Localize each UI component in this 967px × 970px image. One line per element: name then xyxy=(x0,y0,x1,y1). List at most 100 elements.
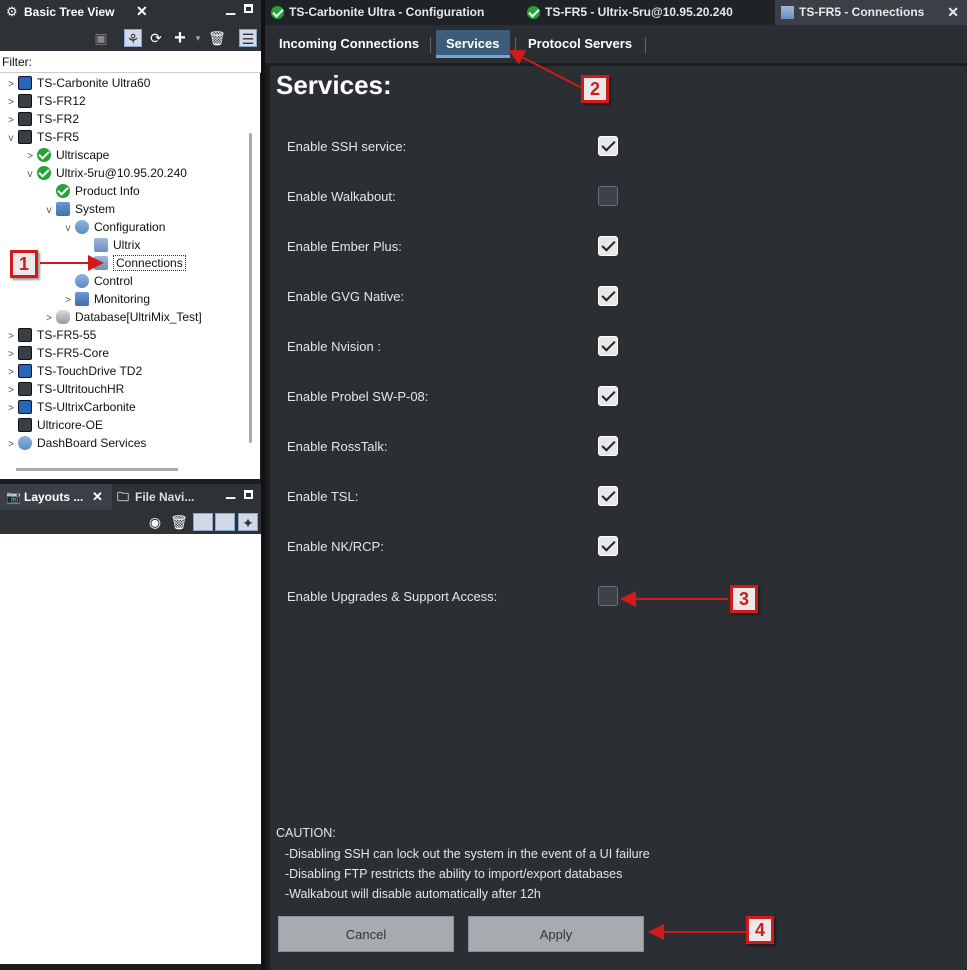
chevron-right-icon[interactable]: > xyxy=(4,436,18,454)
tree-vertical-scrollbar[interactable] xyxy=(243,73,260,461)
filter-input[interactable] xyxy=(33,53,259,71)
scrollbar-thumb[interactable] xyxy=(16,468,178,471)
ember-plus-checkbox[interactable] xyxy=(598,236,618,256)
tab-services[interactable]: Services xyxy=(436,30,510,58)
sub-tab-bar: Incoming Connections Services Protocol S… xyxy=(265,25,967,63)
tree-item-control[interactable]: Control xyxy=(61,272,133,290)
tree-item-dashboard-services[interactable]: > DashBoard Services xyxy=(4,434,146,452)
tree-view-titlebar: ⚙ Basic Tree View ✕ ▁ xyxy=(0,0,261,25)
maximize-icon[interactable] xyxy=(244,490,253,499)
tree-item-ultrix-5ru[interactable]: v Ultrix-5ru@10.95.20.240 xyxy=(23,164,187,182)
chevron-down-icon[interactable]: v xyxy=(4,130,18,148)
filter-label: Filter: xyxy=(2,55,32,69)
apply-button[interactable]: Apply xyxy=(468,916,644,952)
gear-icon[interactable]: ⚙ xyxy=(6,4,18,20)
tree-item-ultrix[interactable]: Ultrix xyxy=(80,236,140,254)
caution-line: -Walkabout will disable automatically af… xyxy=(278,887,541,901)
status-ok-icon xyxy=(527,6,540,19)
window-icon[interactable] xyxy=(193,513,213,531)
walkabout-label: Enable Walkabout: xyxy=(287,189,396,204)
tree-horizontal-scrollbar[interactable] xyxy=(0,461,260,479)
tab-fr5-ultrix[interactable]: TS-FR5 - Ultrix-5ru@10.95.20.240 xyxy=(521,0,771,25)
frame-device-icon xyxy=(18,130,32,144)
tab-layouts[interactable]: 📷 Layouts ... ✕ xyxy=(0,484,112,510)
caution-line: -Disabling SSH can lock out the system i… xyxy=(278,847,650,861)
nvision-checkbox[interactable] xyxy=(598,336,618,356)
probel-checkbox[interactable] xyxy=(598,386,618,406)
add-device-icon[interactable]: ▣ xyxy=(92,29,110,47)
status-ok-icon xyxy=(37,166,51,180)
chevron-down-icon[interactable]: v xyxy=(42,202,56,220)
annotation-4: 4 xyxy=(746,916,774,944)
carbonite-icon xyxy=(18,400,32,414)
gvg-native-label: Enable GVG Native: xyxy=(287,289,405,304)
add-icon[interactable]: + xyxy=(171,28,189,48)
rosstalk-checkbox[interactable] xyxy=(598,436,618,456)
carbonite-icon xyxy=(18,76,32,90)
bottom-panel-titlebar: 📷 Layouts ... ✕ 🗀 File Navi... ▁ xyxy=(0,484,261,510)
database-icon xyxy=(56,310,70,324)
probel-label: Enable Probel SW-P-08: xyxy=(287,389,429,404)
tab-protocol-servers[interactable]: Protocol Servers xyxy=(518,30,642,58)
tree-view-title: Basic Tree View xyxy=(24,5,115,19)
pin-icon[interactable]: ✦ xyxy=(238,513,258,531)
annotation-2: 2 xyxy=(581,75,609,103)
tree-item-connections[interactable]: Connections xyxy=(80,254,186,272)
chevron-down-icon[interactable]: v xyxy=(23,166,37,184)
tree-item-system[interactable]: v System xyxy=(42,200,115,218)
tree-item-database[interactable]: > Database[UltriMix_Test] xyxy=(42,308,202,326)
tree-item-ts-carbonite-ultra60[interactable]: > TS-Carbonite Ultra60 xyxy=(4,74,150,92)
cancel-button[interactable]: Cancel xyxy=(278,916,454,952)
nk-rcp-checkbox[interactable] xyxy=(598,536,618,556)
chevron-down-icon[interactable]: ▾ xyxy=(189,29,207,47)
tree-toolbar: ▣ ⚘ ⟳ + ▾ 🗑 ☰ xyxy=(0,25,261,51)
panel-divider[interactable] xyxy=(261,0,265,970)
tree-list-icon[interactable]: ☰ xyxy=(239,29,257,47)
tree-item-ts-fr5[interactable]: v TS-FR5 xyxy=(4,128,79,146)
tree-item-ultricore-oe[interactable]: Ultricore-OE xyxy=(4,416,103,434)
tab-file-navigator[interactable]: 🗀 File Navi... xyxy=(113,484,223,510)
walkabout-checkbox[interactable] xyxy=(598,186,618,206)
chevron-down-icon[interactable]: v xyxy=(61,220,75,238)
scrollbar-thumb[interactable] xyxy=(249,133,252,443)
frame-device-icon xyxy=(18,112,32,126)
tab-incoming-connections[interactable]: Incoming Connections xyxy=(269,30,429,58)
tree-item-configuration[interactable]: v Configuration xyxy=(61,218,165,236)
tree-item-ts-ultrixcarbonite[interactable]: > TS-UltrixCarbonite xyxy=(4,398,136,416)
tree-item-ts-fr2[interactable]: > TS-FR2 xyxy=(4,110,79,128)
gvg-native-checkbox[interactable] xyxy=(598,286,618,306)
connections-icon xyxy=(781,6,794,19)
tree-item-ultriscape[interactable]: > Ultriscape xyxy=(23,146,109,164)
tab-fr5-connections[interactable]: TS-FR5 - Connections ✕ xyxy=(775,0,967,25)
delete-icon[interactable]: 🗑 xyxy=(208,29,226,47)
tsl-checkbox[interactable] xyxy=(598,486,618,506)
ssh-checkbox[interactable] xyxy=(598,136,618,156)
camera-icon[interactable]: ◉ xyxy=(146,513,164,531)
tree-item-ts-fr5-core[interactable]: > TS-FR5-Core xyxy=(4,344,109,362)
tree-item-ts-touchdrive-td2[interactable]: > TS-TouchDrive TD2 xyxy=(4,362,142,380)
close-icon[interactable]: ✕ xyxy=(92,484,103,510)
camera-icon: 📷 xyxy=(6,490,21,504)
upgrades-support-checkbox[interactable] xyxy=(598,586,618,606)
tab-carbonite-configuration[interactable]: TS-Carbonite Ultra - Configuration xyxy=(265,0,521,25)
expand-icon[interactable] xyxy=(215,513,235,531)
close-icon[interactable]: ✕ xyxy=(136,3,148,20)
frame-device-icon xyxy=(18,382,32,396)
tree-item-product-info[interactable]: Product Info xyxy=(42,182,140,200)
close-icon[interactable]: ✕ xyxy=(947,0,959,25)
refresh-icon[interactable]: ⟳ xyxy=(147,29,165,47)
frame-device-icon xyxy=(18,328,32,342)
delete-icon[interactable]: 🗑 xyxy=(170,513,188,531)
status-ok-icon xyxy=(56,184,70,198)
tree-item-ts-ultritouchhr[interactable]: > TS-UltritouchHR xyxy=(4,380,124,398)
tree-item-ts-fr5-55[interactable]: > TS-FR5-55 xyxy=(4,326,96,344)
tree-item-ts-fr12[interactable]: > TS-FR12 xyxy=(4,92,86,110)
maximize-icon[interactable] xyxy=(244,4,253,13)
annotation-1: 1 xyxy=(10,250,38,278)
nk-rcp-label: Enable NK/RCP: xyxy=(287,539,384,554)
tree-item-monitoring[interactable]: > Monitoring xyxy=(61,290,150,308)
link-toggle-icon[interactable]: ⚘ xyxy=(124,29,142,47)
minimize-icon[interactable]: ▁ xyxy=(226,1,235,15)
layouts-content xyxy=(0,534,261,964)
minimize-icon[interactable]: ▁ xyxy=(226,485,235,499)
